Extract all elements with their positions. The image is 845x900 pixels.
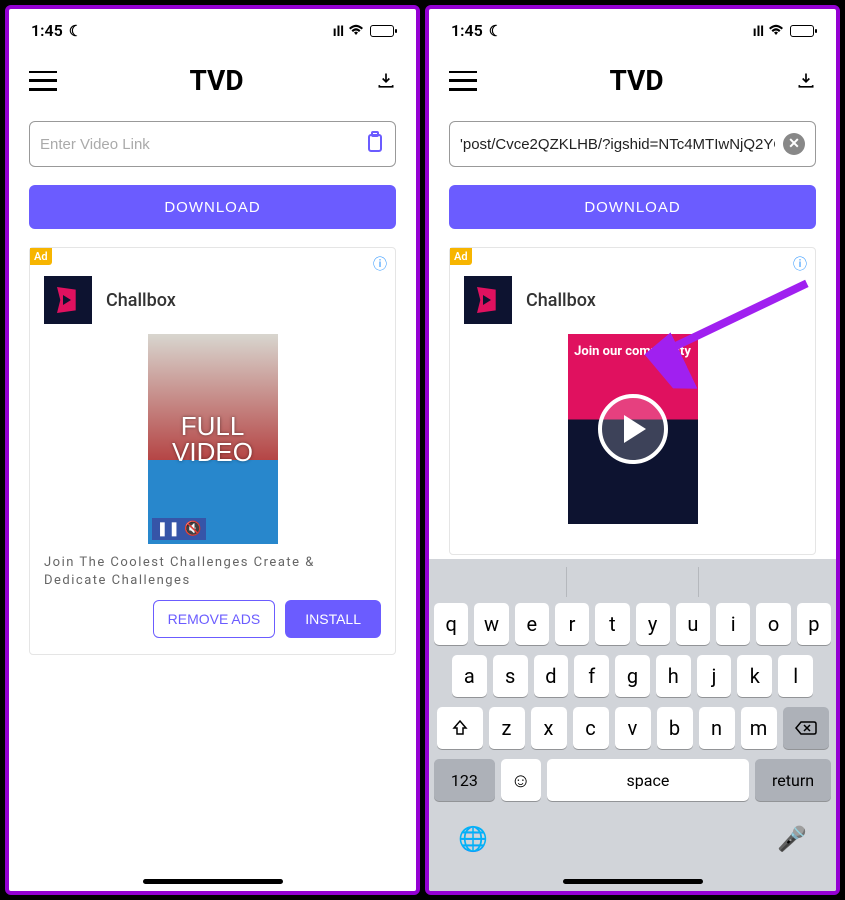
ad-card: Ad ⓘ Challbox Join our community (449, 247, 816, 555)
key-u[interactable]: u (676, 603, 710, 645)
app-title: TVD (609, 64, 663, 97)
status-bar: 1:45 (429, 9, 836, 46)
do-not-disturb-icon (487, 21, 502, 40)
ad-media2-text: Join our community (574, 344, 691, 359)
ad-media-video[interactable]: Join our community (568, 334, 698, 524)
keyboard[interactable]: q w e r t y u i o p a s d f g h j k l z (429, 559, 836, 891)
cellular-signal-icon (333, 21, 344, 40)
key-x[interactable]: x (531, 707, 567, 749)
mic-icon[interactable]: 🎤 (777, 825, 807, 853)
ad-description: Join The Coolest Challenges Create & Ded… (44, 554, 381, 590)
key-e[interactable]: e (515, 603, 549, 645)
app-toolbar: TVD (9, 46, 416, 105)
link-input-wrap[interactable] (29, 121, 396, 167)
key-z[interactable]: z (489, 707, 525, 749)
key-r[interactable]: r (555, 603, 589, 645)
cellular-signal-icon (753, 21, 764, 40)
remove-ads-button[interactable]: REMOVE ADS (153, 600, 276, 638)
status-bar: 1:45 (9, 9, 416, 46)
ad-overlay-line2: VIDEO (172, 439, 253, 465)
home-indicator[interactable] (143, 879, 283, 884)
ad-info-icon[interactable]: ⓘ (373, 254, 387, 274)
keyboard-row-1: q w e r t y u i o p (434, 603, 831, 645)
keyboard-row-4: 123 ☺ space return (434, 759, 831, 801)
pause-icon[interactable]: ❚❚ (157, 521, 180, 537)
mute-icon[interactable]: 🔇 (184, 521, 201, 537)
key-q[interactable]: q (434, 603, 468, 645)
battery-icon (790, 25, 814, 37)
ad-logo (464, 276, 512, 324)
battery-icon (370, 25, 394, 37)
ad-media[interactable]: FULL VIDEO ❚❚ 🔇 (148, 334, 278, 544)
wifi-icon (348, 21, 364, 40)
ad-info-icon[interactable]: ⓘ (793, 254, 807, 274)
link-input-wrap[interactable]: ✕ (449, 121, 816, 167)
phone-screen-1: 1:45 TVD DOWNLOAD Ad ⓘ (5, 5, 420, 895)
status-time: 1:45 (31, 21, 63, 40)
key-d[interactable]: d (534, 655, 569, 697)
key-y[interactable]: y (636, 603, 670, 645)
download-button[interactable]: DOWNLOAD (29, 185, 396, 229)
key-return[interactable]: return (755, 759, 831, 801)
downloads-icon[interactable] (376, 71, 396, 91)
clear-input-icon[interactable]: ✕ (783, 133, 805, 155)
key-v[interactable]: v (615, 707, 651, 749)
status-time: 1:45 (451, 21, 483, 40)
link-input[interactable] (40, 136, 357, 153)
key-shift[interactable] (437, 707, 483, 749)
key-f[interactable]: f (574, 655, 609, 697)
ad-card: Ad ⓘ Challbox FULL VIDEO ❚❚ 🔇 Join The C… (29, 247, 396, 655)
key-g[interactable]: g (615, 655, 650, 697)
download-button[interactable]: DOWNLOAD (449, 185, 816, 229)
downloads-icon[interactable] (796, 71, 816, 91)
key-t[interactable]: t (595, 603, 629, 645)
wifi-icon (768, 21, 784, 40)
menu-icon[interactable] (449, 71, 477, 91)
do-not-disturb-icon (67, 21, 82, 40)
ad-badge: Ad (30, 248, 52, 265)
key-n[interactable]: n (699, 707, 735, 749)
key-h[interactable]: h (656, 655, 691, 697)
app-toolbar: TVD (429, 46, 836, 105)
key-numeric[interactable]: 123 (434, 759, 495, 801)
install-button[interactable]: INSTALL (285, 600, 381, 638)
paste-icon[interactable] (365, 131, 385, 158)
play-icon[interactable] (598, 394, 668, 464)
globe-icon[interactable]: 🌐 (458, 825, 488, 853)
keyboard-row-2: a s d f g h j k l (434, 655, 831, 697)
key-c[interactable]: c (573, 707, 609, 749)
phone-screen-2: 1:45 TVD ✕ DOWNLOAD Ad ⓘ Challb (425, 5, 840, 895)
key-a[interactable]: a (452, 655, 487, 697)
key-space[interactable]: space (547, 759, 749, 801)
ad-title: Challbox (526, 290, 596, 311)
link-input[interactable] (460, 136, 775, 153)
keyboard-row-3: z x c v b n m (434, 707, 831, 749)
key-emoji[interactable]: ☺ (501, 759, 541, 801)
key-w[interactable]: w (474, 603, 508, 645)
key-m[interactable]: m (741, 707, 777, 749)
ad-title: Challbox (106, 290, 176, 311)
key-j[interactable]: j (697, 655, 732, 697)
key-i[interactable]: i (716, 603, 750, 645)
ad-logo (44, 276, 92, 324)
key-b[interactable]: b (657, 707, 693, 749)
key-o[interactable]: o (756, 603, 790, 645)
app-title: TVD (189, 64, 243, 97)
keyboard-suggestions[interactable] (434, 567, 831, 597)
key-p[interactable]: p (797, 603, 831, 645)
menu-icon[interactable] (29, 71, 57, 91)
key-k[interactable]: k (737, 655, 772, 697)
key-l[interactable]: l (778, 655, 813, 697)
key-s[interactable]: s (493, 655, 528, 697)
ad-badge: Ad (450, 248, 472, 265)
home-indicator[interactable] (563, 879, 703, 884)
key-backspace[interactable] (783, 707, 829, 749)
ad-overlay-line1: FULL (172, 413, 253, 439)
